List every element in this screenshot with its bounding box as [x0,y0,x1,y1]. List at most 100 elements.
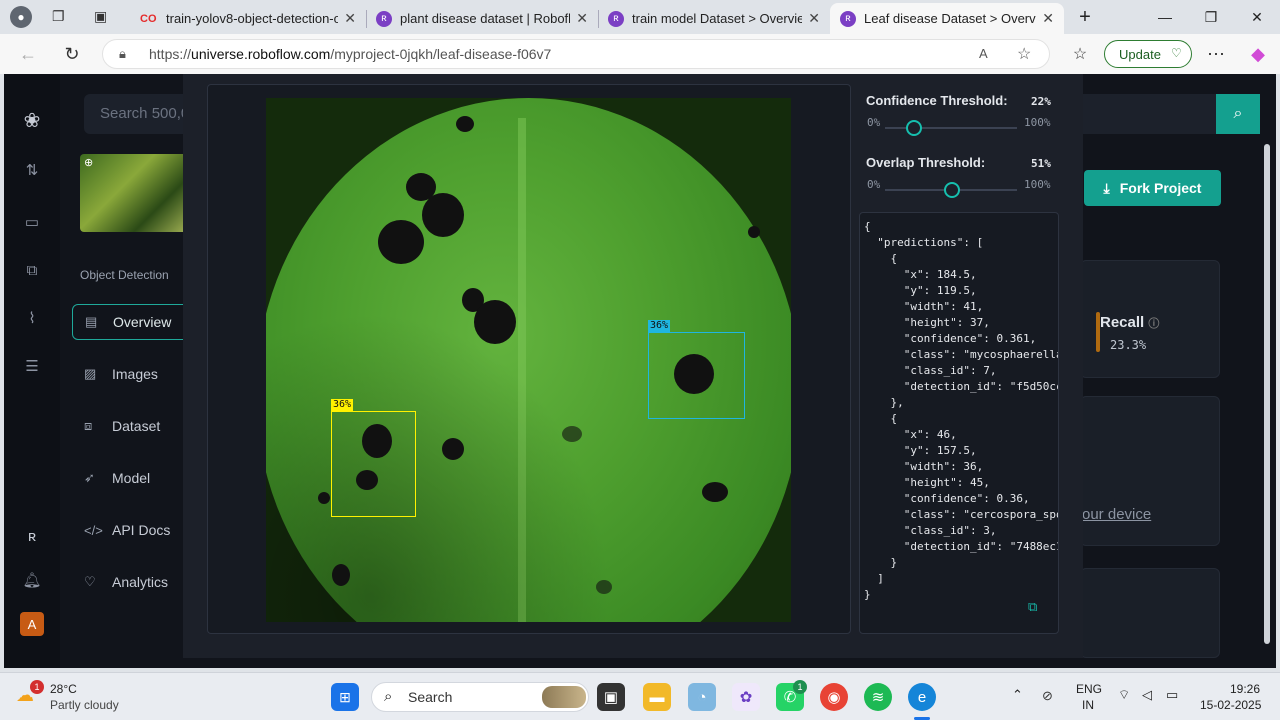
overlap-threshold-value: 51% [1031,157,1051,170]
page-scrollbar[interactable] [1264,144,1270,644]
close-tab-icon[interactable]: ✕ [808,10,820,27]
update-badge-icon: ♡ [1171,46,1182,60]
copilot-app-icon[interactable]: ✿ [732,683,760,711]
close-window-icon[interactable]: ✕ [1242,6,1272,28]
tab-train-model[interactable]: ʀ train model Dataset > Overview ✕ [598,3,830,34]
image-panel: 36% 36% [207,84,851,634]
tray-overflow-icon[interactable]: ⌃ [1012,687,1023,703]
predictions-json-panel[interactable]: { "predictions": [ { "x": 184.5, "y": 11… [859,212,1059,634]
task-view-icon[interactable]: ▣ [597,683,625,711]
chart-icon[interactable]: ⌇ [20,306,44,330]
sidebar-item-label: API Docs [112,522,171,538]
sort-icon[interactable]: ⇅ [20,158,44,182]
device-card [1080,396,1220,546]
sidebar-item-label: Model [112,470,151,486]
confidence-threshold-label: Confidence Threshold: [866,93,1008,108]
detection-box[interactable] [331,411,416,517]
weather-badge: 1 [30,680,44,694]
edge-icon[interactable]: e [908,683,936,711]
back-icon[interactable]: ← [16,42,40,66]
page-content: ❀ ⇅ ▭ ⧉ ⌇ ☰ ʀ 🔔︎ A Search 500,0 ⊕ Object… [4,74,1276,668]
disease-spot [442,438,464,460]
overview-icon: ▤ [85,314,98,329]
update-button[interactable]: Update ♡ [1104,40,1192,68]
disease-spot [562,426,582,442]
disease-spot [748,226,760,238]
chrome-icon[interactable]: ◉ [820,683,848,711]
roboflow-icon: ʀ [840,10,856,27]
disease-spot [596,580,612,594]
favorite-star-icon[interactable]: ☆ [1017,44,1031,64]
disease-spot [318,492,330,504]
clock-date[interactable]: 15-02-2025 [1200,698,1261,712]
confidence-slider-track[interactable] [885,127,1017,129]
camera-blocked-icon[interactable]: ⊘ [1042,688,1053,704]
taskbar-search-label: Search [408,689,453,705]
url-field[interactable]: 🔒︎ https://universe.roboflow.com/myproje… [102,39,1050,69]
language-indicator[interactable]: ENG [1076,682,1102,696]
search-highlight-icon [542,686,586,708]
tab-plant-disease[interactable]: ʀ plant disease dataset | Roboflow ✕ [366,3,598,34]
inbox-icon[interactable]: ▭ [20,210,44,234]
analytics-icon: ♡ [84,574,96,589]
start-icon[interactable]: ⊞ [331,683,359,711]
search-icon: ⌕ [1216,94,1260,134]
tab-leaf-disease[interactable]: ʀ Leaf disease Dataset > Overview ✕ [830,3,1064,34]
clock-time[interactable]: 19:26 [1230,682,1260,696]
storage-icon[interactable]: ☰ [20,354,44,378]
close-tab-icon[interactable]: ✕ [576,10,588,27]
site-info-icon[interactable]: 🔒︎ [119,46,126,62]
universe-icon[interactable]: ʀ [20,524,44,548]
tab-title: train-yolov8-object-detection-o [166,11,339,26]
close-tab-icon[interactable]: ✕ [344,10,356,27]
restore-icon[interactable]: ❐ [1196,6,1226,28]
spotify-icon[interactable]: ≋ [864,683,892,711]
language-region: IN [1082,698,1094,712]
address-bar-row: ← ↻ 🔒︎ https://universe.roboflow.com/myp… [0,34,1280,74]
workflow-icon[interactable]: ⧉ [20,258,44,282]
notification-icon[interactable]: 🔔︎ [20,568,44,592]
overlap-max: 100% [1024,178,1051,191]
copilot-icon[interactable]: ◆ [1246,42,1270,66]
tab-title: plant disease dataset | Roboflow [400,11,571,26]
recall-label: Recall ⓘ [1100,314,1159,331]
read-aloud-icon[interactable]: A [979,46,988,61]
taskbar-search[interactable]: ⌕ Search [371,682,589,712]
more-menu-icon[interactable]: ⋯ [1204,42,1228,66]
overlap-slider-handle[interactable] [944,182,961,198]
new-tab-icon[interactable]: + [1070,6,1100,28]
favorites-icon[interactable]: ☆ [1068,42,1092,66]
inference-modal: 36% 36% Confidence Threshold: 22% 0% 100… [183,74,1083,658]
url-prefix: https:// [149,46,192,62]
model-icon: ➶ [84,470,95,485]
reload-icon[interactable]: ↻ [60,42,84,66]
project-thumbnail: ⊕ [80,154,190,232]
roboflow-logo-icon[interactable]: ❀ [20,108,44,132]
workspaces-icon[interactable]: ❐ [52,8,70,26]
profile-icon[interactable]: ● [10,6,32,28]
disease-spot [456,116,474,132]
app-icon[interactable]: ◔ [688,683,716,711]
file-explorer-icon[interactable]: ▬ [643,683,671,711]
sidebar-item-label: Analytics [112,574,169,590]
volume-icon[interactable]: ◁ [1142,687,1152,703]
copy-icon[interactable]: ⧉ [1028,599,1044,615]
tab-title: train model Dataset > Overview [632,11,803,26]
dataset-icon: ⧈ [84,418,93,433]
avatar[interactable]: A [20,612,44,636]
weather-temperature[interactable]: 28°C [50,682,77,696]
weather-description[interactable]: Partly cloudy [50,698,119,712]
fork-project-button: ⤓ Fork Project [1084,170,1221,206]
confidence-slider-handle[interactable] [906,120,923,136]
background-search-field [1066,94,1216,134]
tab-colab[interactable]: CO train-yolov8-object-detection-o ✕ [130,3,366,34]
overlap-min: 0% [867,178,881,191]
confidence-threshold-value: 22% [1031,95,1051,108]
wifi-icon[interactable]: ⌔ [1118,687,1130,703]
tab-actions-icon[interactable]: ▣ [94,8,112,26]
battery-icon[interactable]: ▭ [1166,687,1178,703]
detection-box[interactable] [648,332,745,419]
close-tab-icon[interactable]: ✕ [1042,10,1054,27]
minimize-icon[interactable]: — [1150,6,1180,28]
sidebar-item-label: Overview [113,314,172,330]
